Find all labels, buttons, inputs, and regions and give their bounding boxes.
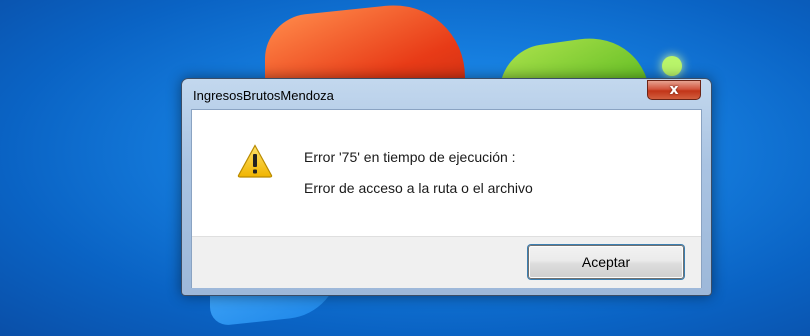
button-bar: Aceptar [192, 236, 701, 288]
dialog-client-area: Error '75' en tiempo de ejecución : Erro… [191, 109, 702, 288]
accept-button[interactable]: Aceptar [528, 245, 684, 279]
close-icon: x [669, 82, 679, 98]
close-button[interactable]: x [647, 80, 701, 100]
error-message-title: Error '75' en tiempo de ejecución : [304, 149, 516, 165]
warning-icon [237, 144, 273, 178]
window-title: IngresosBrutosMendoza [193, 88, 334, 103]
logo-sparkle [662, 56, 682, 76]
message-area: Error '75' en tiempo de ejecución : Erro… [192, 110, 701, 236]
error-dialog-window: IngresosBrutosMendoza x Error '75' en ti… [181, 78, 712, 296]
error-message-detail: Error de acceso a la ruta o el archivo [304, 180, 533, 196]
title-bar[interactable]: IngresosBrutosMendoza x [182, 79, 711, 109]
